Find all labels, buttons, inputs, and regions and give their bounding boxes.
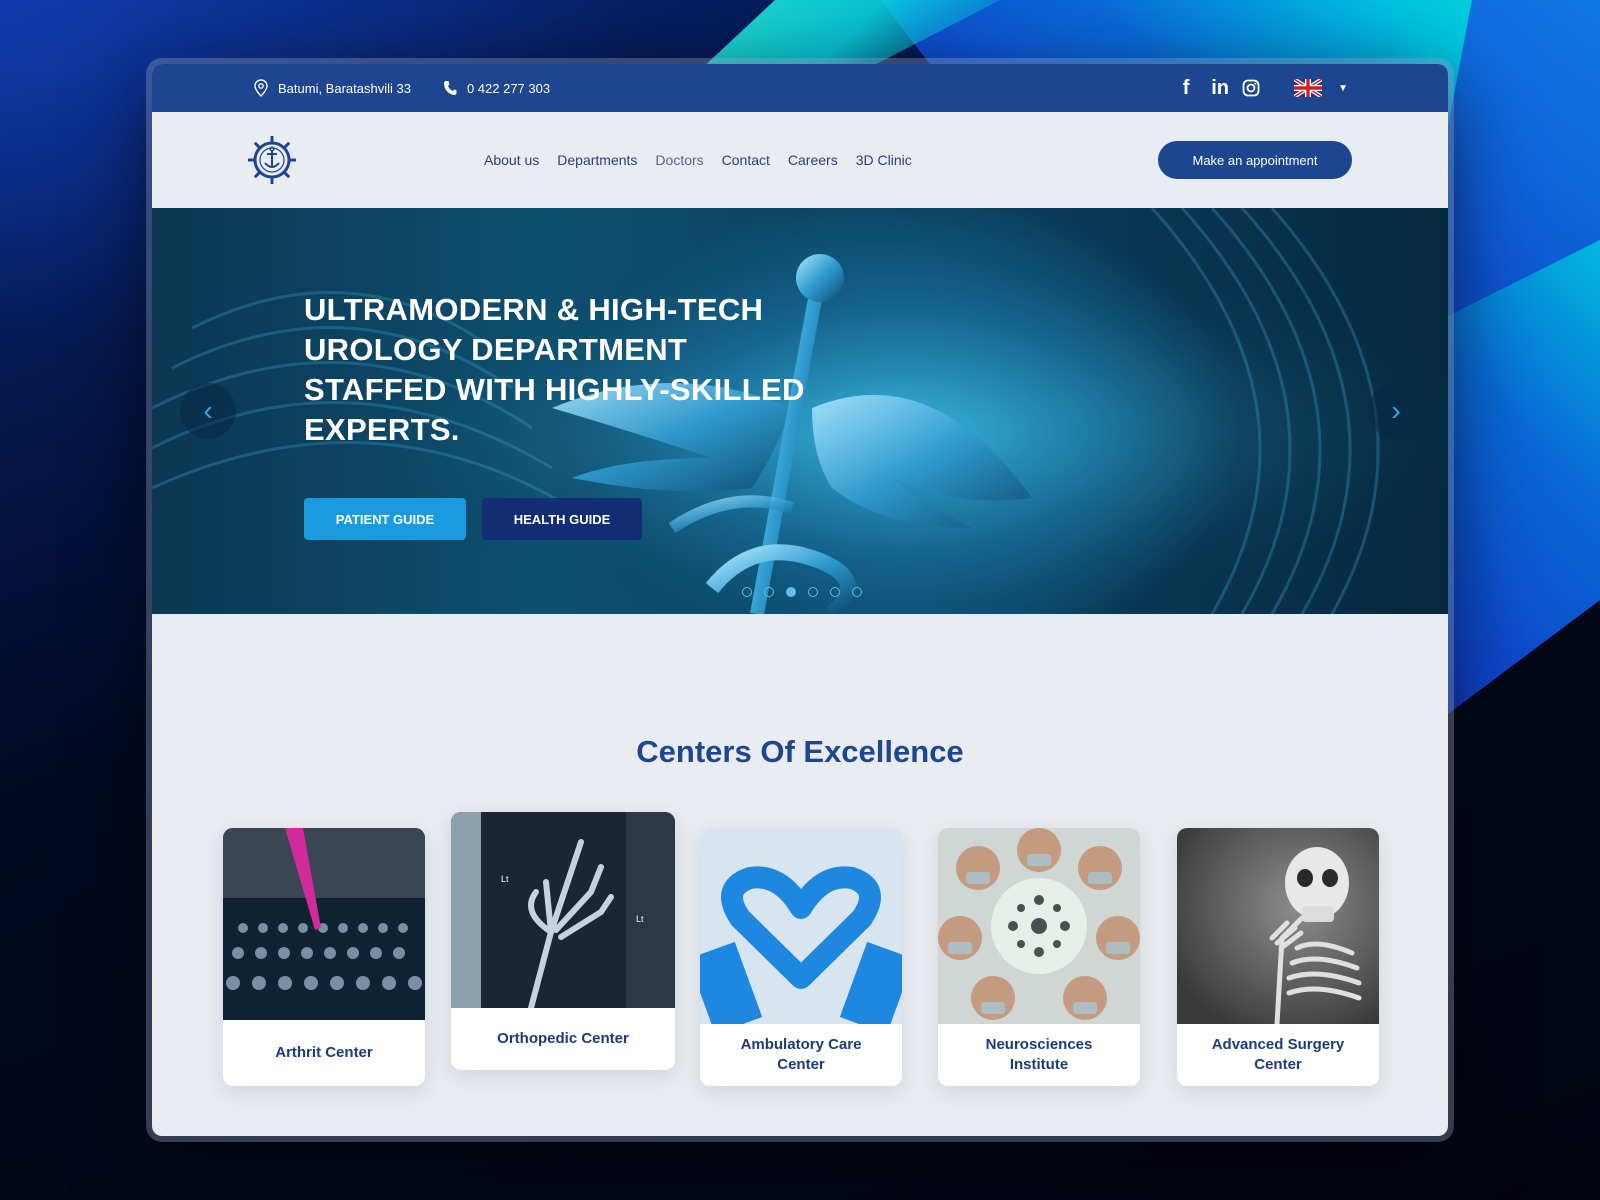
surgeons-circle-image — [938, 828, 1140, 1024]
linkedin-icon[interactable]: in — [1208, 77, 1232, 100]
nav-item-doctors[interactable]: Doctors — [655, 152, 703, 168]
chevron-down-icon[interactable]: ▼ — [1338, 83, 1348, 94]
center-card-label: Neurosciences Institute — [985, 1036, 1093, 1073]
slider-prev-arrow[interactable]: ‹ — [180, 383, 236, 439]
phone-item[interactable]: 0 422 277 303 — [441, 79, 550, 97]
health-guide-button[interactable]: HEALTH GUIDE — [482, 498, 642, 540]
hero-slider: ULTRAMODERN & HIGH-TECH UROLOGY DEPARTME… — [152, 208, 1448, 614]
uk-flag-icon[interactable] — [1294, 79, 1323, 97]
instagram-icon[interactable] — [1242, 79, 1260, 97]
location-pin-icon — [252, 79, 270, 97]
center-card-label: Orthopedic Center — [497, 1030, 629, 1047]
address-text: Batumi, Baratashvili 33 — [278, 80, 411, 96]
address-item: Batumi, Baratashvili 33 — [252, 79, 411, 97]
slider-dot[interactable] — [830, 587, 840, 597]
center-card-arthrit[interactable]: Arthrit Center — [223, 828, 425, 1086]
center-card-label: Ambulatory Care Center — [740, 1036, 862, 1073]
center-card-label: Advanced Surgery Center — [1211, 1036, 1345, 1073]
xray-hand-image: Lt Lt — [451, 812, 675, 1008]
svg-text:Lt: Lt — [501, 874, 509, 884]
slider-dot[interactable] — [742, 587, 752, 597]
nav-item-departments[interactable]: Departments — [557, 152, 637, 168]
top-info-bar: Batumi, Baratashvili 33 0 422 277 303 f … — [152, 64, 1448, 112]
section-title: Centers Of Excellence — [636, 734, 964, 769]
chevron-right-icon: › — [1391, 395, 1401, 426]
slider-dot[interactable] — [852, 587, 862, 597]
center-card-orthopedic[interactable]: Lt Lt Orthopedic Center — [451, 812, 675, 1070]
facebook-icon[interactable]: f — [1174, 77, 1198, 100]
slider-dot-active[interactable] — [786, 587, 796, 597]
make-appointment-button[interactable]: Make an appointment — [1158, 141, 1352, 179]
slider-dots — [742, 587, 862, 597]
clinic-logo[interactable] — [247, 135, 297, 185]
lab-samples-image — [223, 828, 425, 1020]
svg-text:Lt: Lt — [636, 914, 644, 924]
hero-title: ULTRAMODERN & HIGH-TECH UROLOGY DEPARTME… — [304, 292, 805, 447]
center-card-neurosciences[interactable]: Neurosciences Institute — [938, 828, 1140, 1086]
slider-dot[interactable] — [808, 587, 818, 597]
center-card-label: Arthrit Center — [275, 1044, 373, 1061]
phone-icon — [441, 79, 459, 97]
slider-dot[interactable] — [764, 587, 774, 597]
nav-item-careers[interactable]: Careers — [788, 152, 838, 168]
center-card-ambulatory[interactable]: Ambulatory Care Center — [700, 828, 902, 1086]
gloved-heart-hands-image — [700, 828, 902, 1024]
center-card-advanced-surgery[interactable]: Advanced Surgery Center — [1177, 828, 1379, 1086]
website-frame: Batumi, Baratashvili 33 0 422 277 303 f … — [152, 64, 1448, 1136]
nav-item-about-us[interactable]: About us — [484, 152, 539, 168]
nav-links: About us Departments Doctors Contact Car… — [484, 152, 912, 168]
phone-text: 0 422 277 303 — [466, 80, 551, 96]
chevron-left-icon: ‹ — [203, 395, 213, 426]
topbar-right: f in ▼ — [1174, 77, 1348, 100]
nav-item-3d-clinic[interactable]: 3D Clinic — [856, 152, 912, 168]
patient-guide-button[interactable]: PATIENT GUIDE — [304, 498, 466, 540]
slider-next-arrow[interactable]: › — [1368, 383, 1424, 439]
main-navbar: About us Departments Doctors Contact Car… — [152, 112, 1448, 208]
centers-section: Centers Of Excellence Arthrit Center Lt … — [152, 614, 1448, 1136]
nav-item-contact[interactable]: Contact — [722, 152, 770, 168]
skeleton-image — [1177, 828, 1379, 1024]
